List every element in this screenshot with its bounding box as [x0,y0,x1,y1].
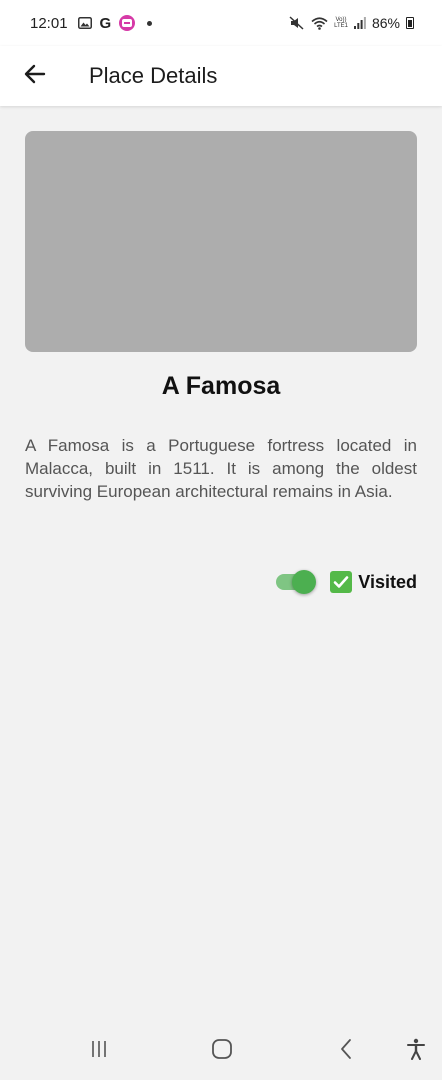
status-time: 12:01 [30,14,68,32]
google-icon: G [99,14,112,32]
visited-row: Visited [276,568,417,596]
signal-icon [353,15,366,31]
battery-icon [406,17,414,29]
place-details-screen: 12:01 G Vo)) LTE1 86% Place Details A Fa… [0,0,442,1080]
back-button[interactable] [11,52,59,100]
nav-back-button[interactable] [331,1038,361,1064]
nav-back-icon [339,1038,353,1065]
visited-text: Visited [358,571,417,592]
volte-bottom-text: LTE1 [334,23,348,29]
more-notifications-dot [147,20,153,26]
recents-icon [89,1039,109,1064]
status-bar: 12:01 G Vo)) LTE1 86% [0,0,442,46]
accessibility-button[interactable] [401,1038,431,1064]
gallery-icon [77,15,92,31]
system-nav-bar [0,1024,442,1080]
place-name: A Famosa [161,372,281,400]
notification-app-icon [119,15,136,31]
home-button[interactable] [207,1038,237,1064]
visited-toggle[interactable] [276,568,317,596]
mute-icon [289,15,305,31]
home-icon [211,1038,233,1065]
recents-button[interactable] [84,1038,114,1064]
app-bar: Place Details [0,46,442,106]
volte-indicator: Vo)) LTE1 [334,17,348,29]
place-description: A Famosa is a Portuguese fortress locate… [25,436,417,501]
battery-percentage: 86% [371,15,400,31]
page-title: Place Details [89,63,218,88]
wifi-icon [311,15,328,31]
arrow-left-icon [24,64,46,89]
status-left: 12:01 G [30,14,153,32]
status-right: Vo)) LTE1 86% [289,15,414,31]
check-mark-icon [330,571,353,593]
place-image [25,131,417,352]
toggle-thumb [292,570,317,594]
visited-label: Visited [330,571,417,593]
accessibility-icon [406,1038,426,1065]
